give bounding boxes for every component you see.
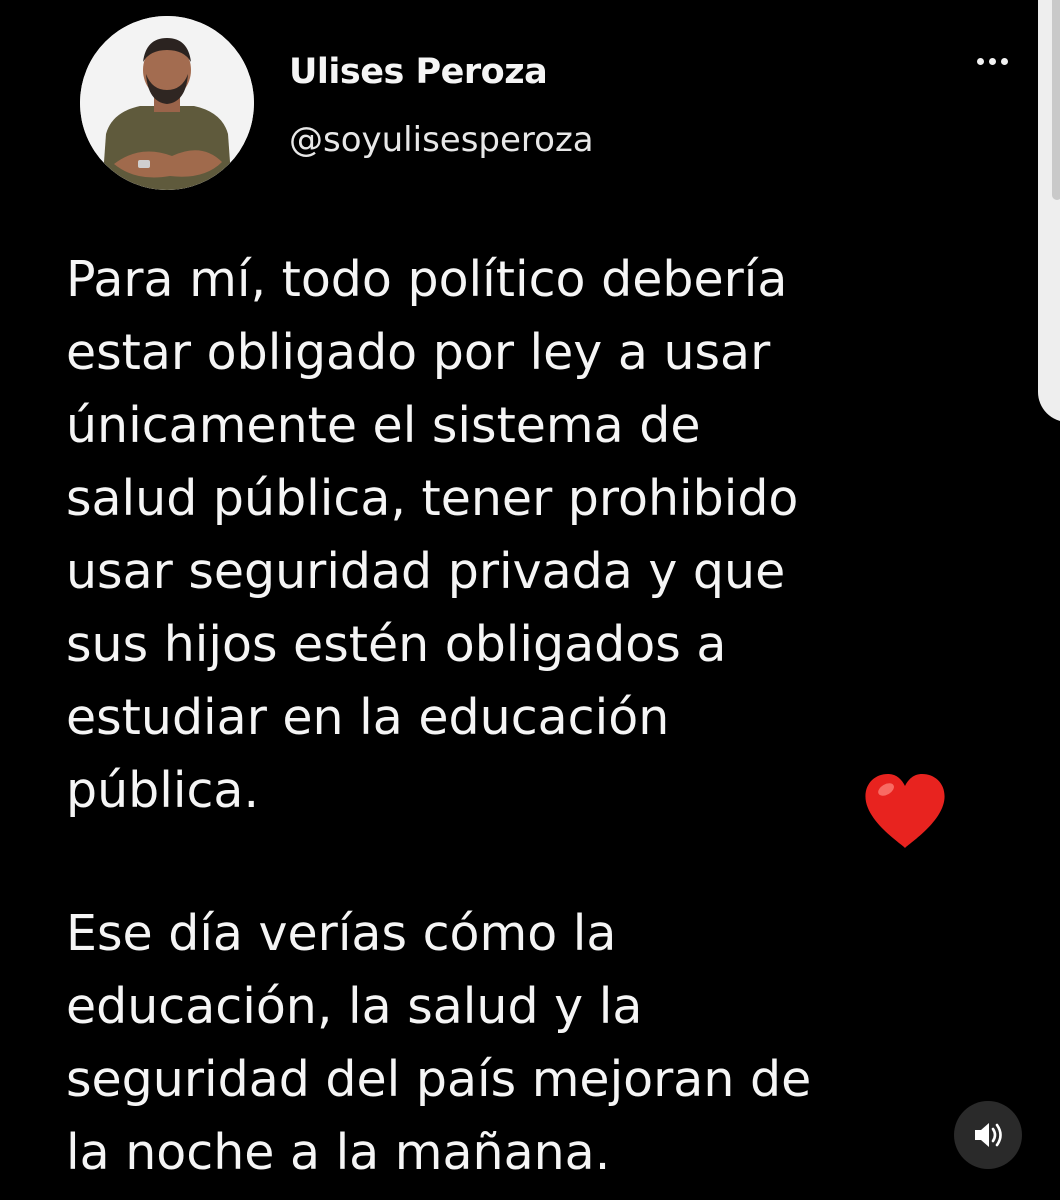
tweet-line: Ese día verías cómo la [66, 905, 617, 962]
tweet-line: educación, la salud y la [66, 978, 643, 1035]
tweet-line: únicamente el sistema de [66, 397, 701, 454]
tweet-line: Para mí, todo político debería [66, 251, 788, 308]
tweet-paragraph-1: Para mí, todo político debería estar obl… [66, 243, 1006, 827]
tweet-line: seguridad del país mejoran de [66, 1051, 812, 1108]
tweet-line: sus hijos estén obligados a [66, 616, 727, 673]
avatar[interactable] [80, 16, 254, 190]
tweet-line: salud pública, tener prohibido [66, 470, 799, 527]
display-name[interactable]: Ulises Peroza [289, 52, 548, 92]
tweet-line: estudiar en la educación [66, 689, 670, 746]
heart-icon [865, 774, 945, 848]
avatar-photo [80, 16, 254, 190]
scroll-handle[interactable] [1052, 0, 1060, 200]
speaker-icon [975, 1123, 1002, 1147]
more-options-button[interactable] [966, 44, 1018, 78]
more-options-icon [976, 57, 984, 65]
more-options-icon-dot [988, 57, 996, 65]
side-panel-edge [1038, 0, 1060, 422]
sound-toggle-button[interactable] [954, 1101, 1022, 1169]
tweet-paragraph-2: Ese día verías cómo la educación, la sal… [66, 897, 1006, 1189]
tweet-line: estar obligado por ley a usar [66, 324, 771, 381]
more-options-icon-dot [1000, 57, 1008, 65]
user-handle[interactable]: @soyulisesperoza [289, 120, 594, 160]
tweet-line: usar seguridad privada y que [66, 543, 786, 600]
post-card: Ulises Peroza @soyulisesperoza Para mí, … [0, 0, 1060, 1200]
tweet-line: la noche a la mañana. [66, 1124, 611, 1181]
